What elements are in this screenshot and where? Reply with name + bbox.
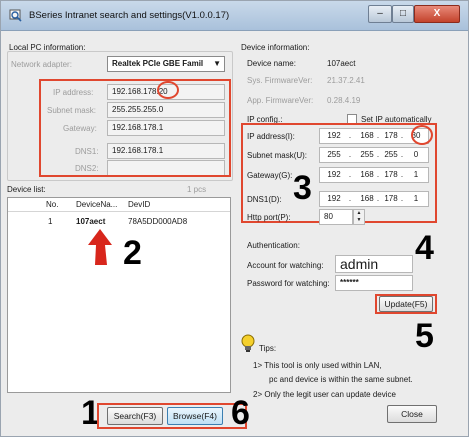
- close-button[interactable]: Close: [387, 405, 437, 423]
- http-port-label: Http port(P):: [247, 213, 291, 222]
- annotation-circle-device-ip: [411, 125, 433, 145]
- close-window-button[interactable]: X: [414, 5, 460, 23]
- dropdown-arrow-icon: ▼: [213, 59, 221, 68]
- device-list-header: No. DeviceNa... DevID: [8, 198, 230, 212]
- table-row[interactable]: 1 107aect 78A5DD000AD8: [8, 215, 230, 229]
- row-no: 1: [48, 217, 53, 226]
- device-list-label: Device list:: [7, 185, 46, 194]
- tips-label: Tips:: [259, 344, 277, 353]
- device-ip-label: IP address(I):: [247, 132, 295, 141]
- sys-firmware-value: 21.37.2.41: [327, 76, 365, 85]
- red-arrow-icon: [88, 229, 112, 265]
- col-dev-id[interactable]: DevID: [128, 198, 150, 212]
- device-gateway-input[interactable]: 192 . 168 . 178 . 1: [319, 167, 429, 183]
- annotation-circle-pc-ip: [157, 81, 179, 99]
- row-dev-id: 78A5DD000AD8: [128, 217, 188, 226]
- annotation-box-pc-network: [39, 79, 231, 177]
- tip-line-2: pc and device is within the same subnet.: [269, 375, 413, 384]
- device-gateway-label: Gateway(G):: [247, 171, 293, 180]
- password-label: Password for watching:: [247, 279, 330, 288]
- col-no[interactable]: No.: [46, 198, 58, 212]
- mask-octet-1: 255: [327, 150, 341, 159]
- app-firmware-label: App. FirmwareVer:: [247, 96, 314, 105]
- http-port-spinner[interactable]: ▲ ▼: [353, 209, 365, 225]
- lightbulb-icon: [241, 334, 255, 352]
- device-count: 1 pcs: [187, 185, 207, 194]
- gw-octet-4: 1: [413, 170, 419, 179]
- update-button[interactable]: Update(F5): [379, 296, 433, 312]
- device-info-group-label: Device information:: [241, 43, 310, 52]
- password-field[interactable]: ******: [335, 275, 413, 291]
- account-label: Account for watching:: [247, 261, 324, 270]
- gw-octet-1: 192: [327, 170, 341, 179]
- magnifier-icon: [9, 9, 22, 22]
- minimize-button[interactable]: –: [368, 5, 392, 23]
- account-field[interactable]: admin: [335, 255, 413, 273]
- sys-firmware-label: Sys. FirmwareVer:: [247, 76, 313, 85]
- network-adapter-label: Network adapter:: [11, 60, 72, 69]
- device-name-value: 107aect: [327, 59, 356, 68]
- browse-button[interactable]: Browse(F4): [167, 407, 223, 425]
- dns-octet-4: 1: [413, 194, 419, 203]
- device-mask-label: Subnet mask(U):: [247, 151, 308, 160]
- tip-line-3: 2> Only the legit user can update device: [253, 390, 396, 399]
- tip-line-1: 1> This tool is only used within LAN,: [253, 361, 382, 370]
- annotation-number-4: 4: [415, 229, 434, 267]
- search-button[interactable]: Search(F3): [107, 407, 163, 425]
- device-dns1-label: DNS1(D):: [247, 195, 282, 204]
- annotation-number-2: 2: [123, 234, 142, 272]
- device-dns1-input[interactable]: 192 . 168 . 178 . 1: [319, 191, 429, 207]
- http-port-field[interactable]: 80: [319, 209, 353, 225]
- annotation-number-6: 6: [231, 394, 250, 432]
- dns-octet-1: 192: [327, 194, 341, 203]
- network-adapter-select[interactable]: Realtek PCIe GBE Famil ▼: [107, 56, 225, 72]
- device-mask-input[interactable]: 255 . 255 . 255 . 0: [319, 147, 429, 163]
- window-title: BSeries Intranet search and settings(V1.…: [29, 10, 230, 21]
- mask-octet-4: 0: [413, 150, 419, 159]
- annotation-number-3: 3: [293, 169, 312, 207]
- authentication-label: Authentication:: [247, 241, 300, 250]
- title-bar: BSeries Intranet search and settings(V1.…: [1, 1, 468, 31]
- annotation-number-5: 5: [415, 317, 434, 355]
- network-adapter-value: Realtek PCIe GBE Famil: [112, 59, 204, 68]
- device-list[interactable]: No. DeviceNa... DevID 1 107aect 78A5DD00…: [7, 197, 231, 393]
- app-window: BSeries Intranet search and settings(V1.…: [0, 0, 469, 437]
- maximize-button[interactable]: □: [392, 5, 414, 23]
- app-firmware-value: 0.28.4.19: [327, 96, 361, 105]
- col-device-name[interactable]: DeviceNa...: [76, 198, 117, 212]
- device-name-label: Device name:: [247, 59, 296, 68]
- ip-octet-1: 192: [327, 131, 341, 140]
